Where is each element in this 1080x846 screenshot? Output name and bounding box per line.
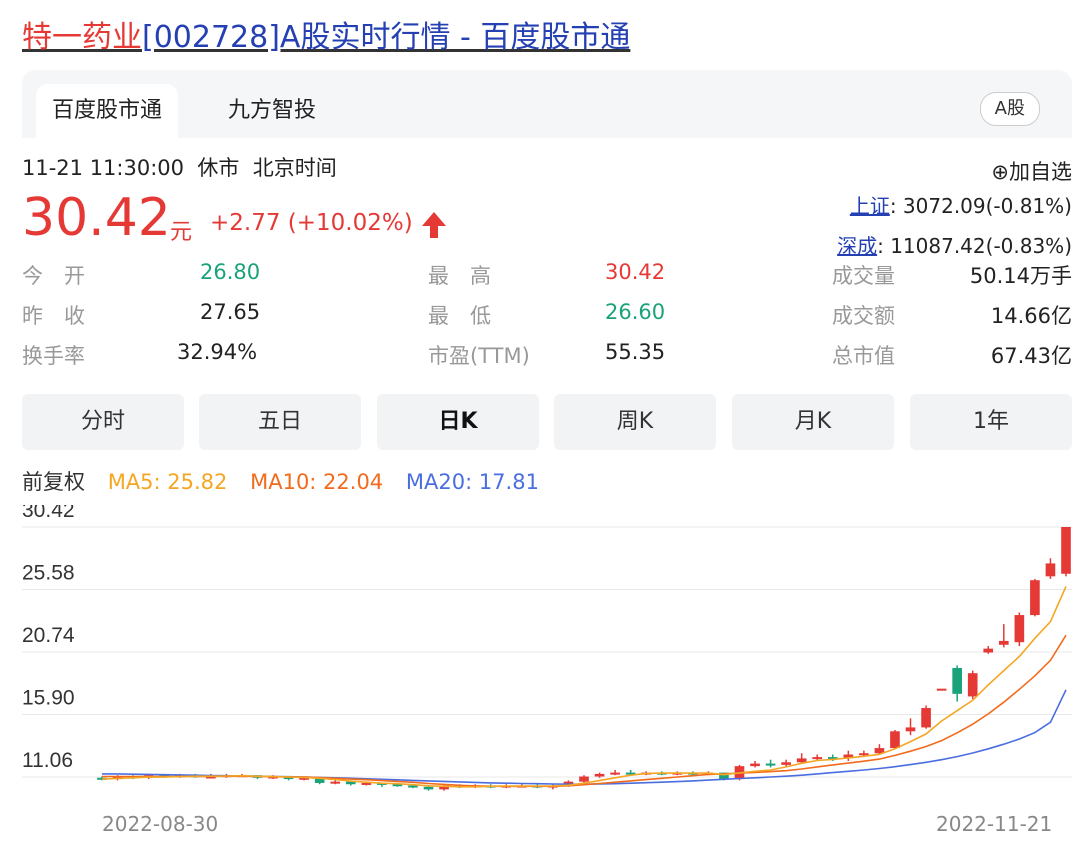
- turnover-value: 32.94%: [177, 340, 258, 364]
- candle-body: [594, 773, 605, 777]
- candle-body: [330, 781, 341, 784]
- high-label: 最 高: [428, 264, 491, 288]
- low-value: 26.60: [605, 300, 666, 324]
- ma5-line: [101, 586, 1067, 788]
- pe-value: 55.35: [605, 340, 666, 364]
- current-price: 30.42: [22, 188, 171, 248]
- high-value: 30.42: [605, 260, 666, 284]
- prev-close-value: 27.65: [200, 300, 261, 324]
- candle-body: [796, 758, 807, 763]
- candle-body: [936, 688, 947, 691]
- y-tick-label: 30.42: [22, 505, 75, 522]
- candle-body: [967, 673, 978, 697]
- index-shanghai: 上证: 3072.09(-0.81%): [850, 190, 1072, 219]
- tab-intraday[interactable]: 分时: [22, 394, 184, 450]
- open-value: 26.80: [200, 260, 261, 284]
- adjust-mode[interactable]: 前复权: [22, 470, 85, 494]
- y-tick-label: 11.06: [22, 749, 73, 772]
- candle-body: [921, 708, 931, 728]
- title-stock-name[interactable]: 特一药业: [22, 20, 142, 55]
- market-cap-value: 67.43亿: [990, 344, 1072, 368]
- turnover-label: 换手率: [22, 344, 85, 368]
- candle-body: [812, 757, 823, 760]
- open-label: 今 开: [22, 264, 85, 288]
- price-change: +2.77 (+10.02%): [210, 210, 413, 236]
- market-status: 休市: [197, 156, 240, 180]
- volume-label: 成交量: [832, 264, 895, 288]
- add-watchlist-button[interactable]: ⊕加自选: [991, 156, 1072, 186]
- index-shenzhen: 深成: 11087.42(-0.83%): [837, 230, 1072, 259]
- candle-body: [1030, 580, 1040, 616]
- candle-body: [859, 753, 869, 756]
- tab-jiufang[interactable]: 九方智投: [212, 84, 332, 138]
- tab-monthly-k[interactable]: 月K: [732, 394, 894, 450]
- candle-body: [423, 786, 434, 790]
- index-shenzhen-link[interactable]: 深成: [837, 234, 877, 258]
- tab-daily-k[interactable]: 日K: [377, 394, 539, 450]
- tab-baidu-stock[interactable]: 百度股市通: [36, 84, 179, 138]
- y-tick-label: 25.58: [22, 562, 75, 585]
- candle-body: [1045, 563, 1056, 577]
- candle-body: [361, 782, 372, 785]
- quote-panel: 11-21 11:30:00 休市 北京时间 30.42 元 +2.77 (+1…: [22, 152, 1072, 382]
- y-tick-label: 20.74: [22, 624, 75, 647]
- title-rest[interactable]: [002728]A股实时行情 - 百度股市通: [142, 20, 630, 55]
- candle-body: [765, 763, 776, 766]
- tab-one-year[interactable]: 1年: [910, 394, 1072, 450]
- market-cap-label: 总市值: [832, 344, 895, 368]
- ma5-legend: MA5: 25.82: [107, 470, 228, 494]
- timezone-label: 北京时间: [252, 156, 337, 180]
- quote-time: 11-21 11:30:00 休市 北京时间: [22, 152, 337, 182]
- page-title[interactable]: 特一药业[002728]A股实时行情 - 百度股市通: [22, 18, 630, 58]
- y-tick-label: 15.90: [22, 687, 75, 710]
- tab-five-day[interactable]: 五日: [199, 394, 361, 450]
- candle-body: [905, 727, 916, 732]
- index-shenzhen-value: : 11087.42(-0.83%): [877, 234, 1072, 258]
- candle-body: [1014, 615, 1025, 643]
- up-arrow-icon: [422, 212, 446, 238]
- index-shanghai-link[interactable]: 上证: [850, 194, 890, 218]
- candle-body: [1061, 527, 1071, 574]
- candle-body: [998, 640, 1009, 645]
- kline-chart[interactable]: 30.42 25.58 20.74 15.90 11.06: [0, 505, 1080, 805]
- quote-timestamp: 11-21 11:30:00: [22, 156, 185, 180]
- candle-body: [781, 762, 791, 765]
- candle-body: [579, 776, 589, 782]
- candle-body: [408, 785, 418, 788]
- period-tabs: 分时 五日 日K 周K 月K 1年: [22, 394, 1072, 450]
- x-end-date: 2022-11-21: [936, 812, 1053, 836]
- volume-value: 50.14万手: [969, 264, 1072, 288]
- index-shanghai-value: : 3072.09(-0.81%): [889, 194, 1072, 218]
- candle-body: [952, 668, 962, 694]
- ma-legend: 前复权 MA5: 25.82 MA10: 22.04 MA20: 17.81: [22, 466, 555, 496]
- ma10-legend: MA10: 22.04: [250, 470, 384, 494]
- x-start-date: 2022-08-30: [102, 812, 219, 836]
- low-label: 最 低: [428, 304, 491, 328]
- amount-label: 成交额: [832, 304, 895, 328]
- price-unit: 元: [170, 220, 193, 245]
- ma20-legend: MA20: 17.81: [405, 470, 539, 494]
- tab-weekly-k[interactable]: 周K: [554, 394, 716, 450]
- amount-value: 14.66亿: [990, 304, 1072, 328]
- pe-label: 市盈(TTM): [428, 344, 530, 368]
- candle-body: [610, 772, 620, 775]
- prev-close-label: 昨 收: [22, 304, 85, 328]
- candle-body: [750, 763, 760, 767]
- candle-body: [983, 648, 994, 653]
- candle-body: [890, 731, 900, 749]
- source-tabs: 百度股市通 九方智投 A股: [22, 70, 1072, 138]
- market-badge[interactable]: A股: [979, 92, 1040, 126]
